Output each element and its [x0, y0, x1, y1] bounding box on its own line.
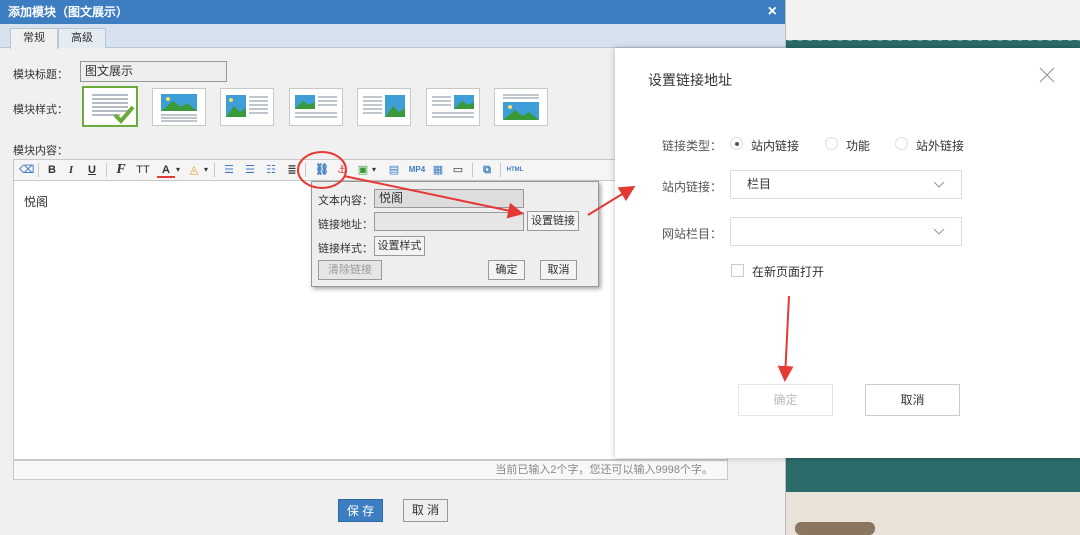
style-option-text-only[interactable] — [82, 86, 138, 127]
style-option-image-left-2[interactable] — [289, 88, 343, 126]
link-popup: 文本内容： 悦阁 链接地址： 设置链接 链接样式： 设置样式 清除链接 确定 取… — [311, 181, 599, 287]
eraser-icon[interactable]: ⌫ — [19, 162, 35, 178]
confirm-button[interactable]: 确定 — [488, 260, 525, 280]
text-layout-icon — [92, 94, 135, 124]
module-title-label: 模块标题： — [13, 69, 68, 81]
new-window-label[interactable]: 在新页面打开 — [752, 263, 824, 280]
internal-link-select[interactable]: 栏目 — [730, 170, 962, 199]
style-option-image-top[interactable] — [152, 88, 206, 126]
link-type-label: 链接类型： — [662, 139, 723, 153]
chevron-down-icon[interactable]: ▾ — [203, 162, 209, 178]
site-column-select[interactable] — [730, 217, 962, 246]
radio-function-label[interactable]: 功能 — [846, 137, 870, 154]
link-url-label: 链接地址： — [318, 219, 373, 231]
link-url-field[interactable] — [374, 212, 524, 231]
clear-link-button[interactable]: 清除链接 — [318, 260, 382, 280]
toolbar-separator — [500, 163, 501, 177]
radio-external-link-label[interactable]: 站外链接 — [916, 137, 964, 154]
link-style-label: 链接样式： — [318, 243, 373, 255]
module-style-label: 模块样式： — [13, 104, 68, 116]
link-icon[interactable]: ⛓ — [314, 162, 330, 178]
background-photo — [785, 492, 1080, 535]
radio-internal-link[interactable] — [730, 137, 743, 150]
text-top-layout-icon — [503, 94, 539, 120]
text-content-label: 文本内容： — [318, 195, 373, 207]
font-size-button[interactable]: TT — [135, 162, 151, 178]
tab-general[interactable]: 常规 — [10, 28, 58, 49]
image-icon[interactable]: ▣ — [355, 162, 371, 178]
image-right-layout-icon-2 — [432, 95, 474, 118]
ordered-list-icon[interactable]: ☰ — [221, 162, 237, 178]
internal-link-select-value: 栏目 — [747, 177, 772, 191]
site-column-label: 网站栏目： — [662, 227, 723, 241]
close-icon[interactable]: × — [768, 0, 777, 24]
font-color-button[interactable]: A — [157, 162, 175, 178]
text-content-field[interactable]: 悦阁 — [374, 189, 524, 208]
style-option-image-right-2[interactable] — [426, 88, 480, 126]
chevron-down-icon — [933, 181, 945, 188]
chevron-down-icon[interactable]: ▾ — [175, 162, 181, 178]
editor-content[interactable]: 悦阁 — [24, 193, 48, 210]
font-family-button[interactable]: F — [113, 162, 129, 178]
image-left-layout-icon-2 — [295, 95, 337, 118]
character-counter: 当前已输入2个字，您还可以输入9998个字。 — [13, 460, 728, 480]
anchor-icon[interactable]: ⚓ — [335, 162, 349, 178]
html-source-icon[interactable]: HTML — [504, 162, 526, 178]
save-button[interactable]: 保 存 — [338, 499, 383, 522]
page-break-icon[interactable]: ▭ — [450, 162, 466, 178]
tab-bar: 常规 高级 — [0, 24, 785, 49]
style-option-text-top[interactable] — [494, 88, 548, 126]
module-title-input[interactable]: 图文展示 — [80, 61, 227, 82]
module-content-label: 模块内容： — [13, 145, 68, 157]
underline-button[interactable]: U — [86, 162, 98, 178]
chevron-down-icon — [933, 228, 945, 235]
set-style-button[interactable]: 设置样式 — [374, 236, 425, 256]
internal-link-label: 站内链接： — [662, 180, 723, 194]
cancel-button[interactable]: 取 消 — [403, 499, 448, 522]
table-icon[interactable]: ▦ — [430, 162, 446, 178]
new-window-checkbox[interactable] — [731, 264, 744, 277]
toolbar-separator — [214, 163, 215, 177]
ok-button[interactable]: 确定 — [738, 384, 833, 416]
radio-external-link[interactable] — [895, 137, 908, 150]
italic-button[interactable]: I — [65, 162, 77, 178]
toolbar-separator — [106, 163, 107, 177]
set-link-dialog: 设置链接地址 链接类型： 站内链接 功能 站外链接 站内链接： 栏目 网站栏目：… — [615, 48, 1080, 458]
mp4-icon[interactable]: MP4 — [407, 162, 427, 178]
chevron-down-icon[interactable]: ▾ — [371, 162, 377, 178]
close-icon[interactable] — [1038, 66, 1056, 84]
image-left-layout-icon — [226, 95, 268, 117]
dialog-cancel-button[interactable]: 取消 — [865, 384, 960, 416]
align-icon[interactable]: ≣ — [284, 162, 300, 178]
dialog-title: 添加模块（图文展示） — [8, 5, 129, 19]
highlight-color-icon[interactable]: ◬ — [185, 162, 203, 178]
set-link-button[interactable]: 设置链接 — [527, 211, 579, 231]
toolbar-separator — [305, 163, 306, 177]
preview-icon[interactable]: ⧉ — [479, 162, 495, 178]
image-right-layout-icon — [363, 95, 405, 117]
indent-icon[interactable]: ☷ — [263, 162, 279, 178]
bold-button[interactable]: B — [46, 162, 58, 178]
toolbar-separator — [472, 163, 473, 177]
tab-advanced[interactable]: 高级 — [58, 28, 106, 48]
image-top-layout-icon — [161, 94, 197, 122]
toolbar-separator — [38, 163, 39, 177]
flash-icon[interactable]: ▤ — [385, 162, 403, 178]
radio-internal-link-label[interactable]: 站内链接 — [751, 137, 799, 154]
radio-function[interactable] — [825, 137, 838, 150]
style-option-image-left[interactable] — [220, 88, 274, 126]
unordered-list-icon[interactable]: ☰ — [242, 162, 258, 178]
style-option-image-right[interactable] — [357, 88, 411, 126]
dialog-title: 设置链接地址 — [648, 72, 732, 88]
background-banner — [785, 0, 1080, 44]
dialog-titlebar: 添加模块（图文展示） × — [0, 0, 785, 24]
popup-cancel-button[interactable]: 取消 — [540, 260, 577, 280]
